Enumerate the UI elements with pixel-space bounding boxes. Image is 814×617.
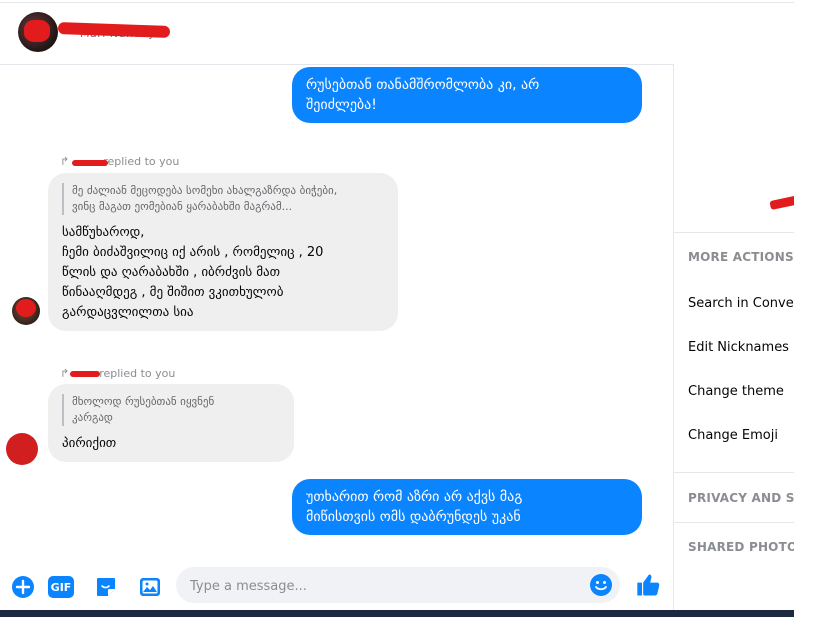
- sender-avatar[interactable]: [6, 433, 38, 465]
- reply-arrow-icon: ↱: [60, 155, 70, 168]
- reply-label: replied to you: [103, 155, 180, 168]
- avatar-redaction: [16, 299, 36, 317]
- top-border: [0, 2, 794, 3]
- edit-nicknames-item[interactable]: Edit Nicknames: [688, 340, 789, 355]
- message-line: ჩემი ბიძაშვილიც იქ არის , რომელიც , 20: [62, 245, 324, 260]
- incoming-message[interactable]: მე ძალიან მეცოდება სომეხი ახალგაზრდა ბიჭ…: [48, 173, 398, 331]
- section-divider: [674, 472, 794, 473]
- quoted-message[interactable]: მე ძალიან მეცოდება სომეხი ახალგაზრდა ბიჭ…: [62, 183, 384, 215]
- incoming-message[interactable]: მხოლოდ რუსებთან იყვნენ კარგად პირიქით: [48, 384, 294, 462]
- conversation-info-panel: MORE ACTIONS Search in Conver Edit Nickn…: [674, 64, 794, 610]
- outgoing-message[interactable]: რუსებთან თანამშრომლობა კი, არ შეიძლება!: [292, 67, 642, 123]
- reply-label: replied to you: [99, 367, 176, 380]
- add-icon[interactable]: [10, 574, 36, 600]
- shared-photos-heading[interactable]: SHARED PHOTOS: [688, 540, 794, 554]
- panel-redaction: [769, 194, 794, 211]
- change-theme-item[interactable]: Change theme: [688, 384, 784, 399]
- message-line: პირიქით: [62, 436, 117, 451]
- message-line: წლის და ღარაბახში , იბრძვის მათ: [62, 265, 281, 280]
- message-line: რუსებთან თანამშრომლობა კი, არ: [306, 77, 540, 93]
- gif-button[interactable]: GIF: [48, 574, 74, 600]
- window-edge: [794, 0, 814, 617]
- quote-line: მხოლოდ რუსებთან იყვნენ: [72, 395, 215, 408]
- taskbar-strip: [0, 610, 794, 617]
- contact-avatar[interactable]: [18, 12, 58, 52]
- photo-icon[interactable]: [137, 574, 163, 600]
- quote-line: კარგად: [72, 411, 113, 424]
- quote-line: ვინც მაგათ ეომებიან ყარაბახში მაგრამ...: [72, 200, 293, 213]
- name-redaction: [57, 22, 171, 38]
- emoji-icon[interactable]: [589, 573, 613, 601]
- message-composer: GIF: [0, 566, 673, 610]
- like-icon[interactable]: [634, 570, 664, 600]
- message-input-wrapper[interactable]: [176, 567, 620, 605]
- reply-name-redaction: [70, 371, 100, 377]
- section-divider: [674, 522, 794, 523]
- message-line: უთხარით რომ აზრი არ აქვს მაგ: [306, 489, 523, 505]
- message-line: მიწისთვის ომს დაბრუნდეს უკან: [306, 509, 521, 525]
- quote-line: მე ძალიან მეცოდება სომეხი ახალგაზრდა ბიჭ…: [72, 184, 338, 197]
- message-input[interactable]: [188, 567, 582, 605]
- search-in-conversation-item[interactable]: Search in Conver: [688, 296, 794, 311]
- avatar-redaction: [24, 20, 50, 42]
- more-actions-heading[interactable]: MORE ACTIONS: [688, 250, 794, 264]
- message-line: სამწუხაროდ,: [62, 225, 145, 240]
- change-emoji-item[interactable]: Change Emoji: [688, 428, 778, 443]
- sticker-icon[interactable]: [93, 574, 119, 600]
- message-line: წინააღმდეგ , მე შიშით ვკითხულობ: [62, 285, 284, 300]
- privacy-heading[interactable]: PRIVACY AND SU: [688, 491, 794, 505]
- outgoing-message[interactable]: უთხარით რომ აზრი არ აქვს მაგ მიწისთვის ო…: [292, 479, 642, 535]
- message-list[interactable]: რუსებთან თანამშრომლობა კი, არ შეიძლება! …: [0, 65, 673, 565]
- message-line: შეიძლება!: [306, 97, 377, 113]
- quoted-message[interactable]: მხოლოდ რუსებთან იყვნენ კარგად: [62, 394, 280, 426]
- conversation-header: Mari Nunuay: [0, 0, 794, 65]
- sender-avatar[interactable]: [12, 297, 40, 325]
- section-divider: [674, 232, 794, 233]
- gif-label: GIF: [48, 576, 74, 598]
- reply-arrow-icon: ↱: [60, 367, 70, 380]
- message-line: გარდაცვლილთა სია: [62, 305, 194, 320]
- reply-name-redaction: [72, 160, 108, 166]
